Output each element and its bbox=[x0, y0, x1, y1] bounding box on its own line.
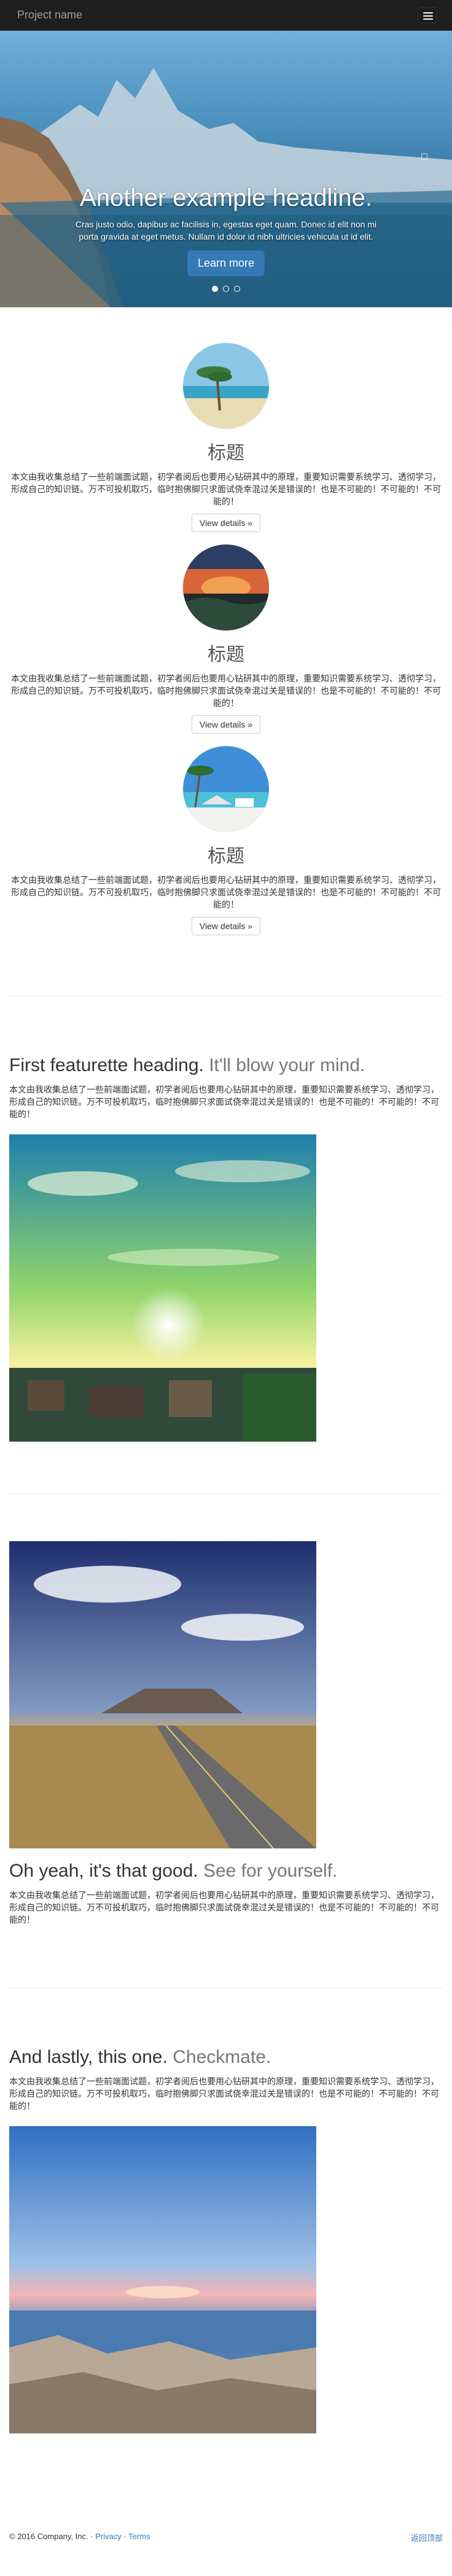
featurette-divider bbox=[9, 995, 443, 996]
featurette-body: 本文由我收集总结了一些前端面试题，初学者阅后也要用心钻研其中的原理，重要知识需要… bbox=[9, 1890, 439, 1925]
marketing-image-resort bbox=[183, 746, 269, 832]
marketing-body: 本文由我收集总结了一些前端面试题，初学者阅后也要用心钻研其中的原理，重要知识需要… bbox=[11, 472, 441, 506]
brand-link[interactable]: Project name bbox=[17, 9, 82, 22]
marketing-item: 标题 本文由我收集总结了一些前端面试题，初学者阅后也要用心钻研其中的原理，重要知… bbox=[0, 544, 452, 734]
marketing-heading: 标题 bbox=[208, 846, 244, 866]
featurette-heading-main: First featurette heading. bbox=[9, 1055, 204, 1075]
featurette-divider bbox=[9, 1988, 443, 1989]
marketing-body: 本文由我收集总结了一些前端面试题，初学者阅后也要用心钻研其中的原理，重要知识需要… bbox=[11, 875, 441, 909]
featurette-heading-main: Oh yeah, it's that good. bbox=[9, 1861, 198, 1881]
featurette-heading-muted: See for yourself. bbox=[203, 1861, 338, 1881]
hero-caption: Another example headline. Cras justo odi… bbox=[0, 184, 452, 277]
featurette-body: 本文由我收集总结了一些前端面试题，初学者阅后也要用心钻研其中的原理，重要知识需要… bbox=[9, 1085, 439, 1119]
marketing-item: 标题 本文由我收集总结了一些前端面试题，初学者阅后也要用心钻研其中的原理，重要知… bbox=[0, 746, 452, 935]
learn-more-button[interactable]: Learn more bbox=[187, 250, 265, 277]
carousel-indicator-2[interactable] bbox=[223, 286, 229, 292]
featurette-body: 本文由我收集总结了一些前端面试题，初学者阅后也要用心钻研其中的原理，重要知识需要… bbox=[9, 2076, 439, 2111]
terms-link[interactable]: Terms bbox=[128, 2532, 150, 2541]
featurette-image-desert-road bbox=[9, 1541, 316, 1848]
featurette-heading: And lastly, this one. Checkmate. bbox=[9, 2047, 271, 2068]
footer-separator: · bbox=[123, 2532, 127, 2541]
navbar: Project name bbox=[0, 0, 452, 31]
hero-carousel: Another example headline. Cras justo odi… bbox=[0, 31, 452, 307]
featurette-heading-main: And lastly, this one. bbox=[9, 2047, 168, 2067]
privacy-link[interactable]: Privacy bbox=[95, 2532, 122, 2541]
featurette-image-anime-town bbox=[9, 1134, 316, 1442]
marketing-image-beach bbox=[183, 343, 269, 429]
carousel-indicator-1[interactable] bbox=[211, 286, 218, 292]
carousel-indicators bbox=[0, 284, 452, 295]
carousel-indicator-3[interactable] bbox=[234, 286, 241, 292]
marketing-item: 标题 本文由我收集总结了一些前端面试题，初学者阅后也要用心钻研其中的原理，重要知… bbox=[0, 343, 452, 532]
featurette-heading-muted: It'll blow your mind. bbox=[209, 1055, 365, 1075]
featurette-heading-muted: Checkmate. bbox=[173, 2047, 271, 2067]
hero-headline: Another example headline. bbox=[80, 184, 372, 211]
hamburger-icon[interactable] bbox=[418, 7, 437, 23]
featurette-divider bbox=[9, 1493, 443, 1494]
marketing-body: 本文由我收集总结了一些前端面试题，初学者阅后也要用心钻研其中的原理，重要知识需要… bbox=[11, 673, 441, 708]
footer: © 2016 Company, Inc. · Privacy · Terms 返… bbox=[9, 2532, 443, 2543]
featurette-heading: First featurette heading. It'll blow you… bbox=[9, 1055, 365, 1076]
back-to-top-link[interactable]: 返回顶部 bbox=[411, 2532, 443, 2543]
view-details-button[interactable]: View details » bbox=[191, 917, 261, 935]
featurette-image-coast-sunset bbox=[9, 2126, 316, 2433]
carousel-next-icon[interactable] bbox=[421, 154, 427, 160]
marketing-heading: 标题 bbox=[208, 443, 244, 463]
marketing-image-sunset bbox=[183, 544, 269, 630]
marketing-heading: 标题 bbox=[208, 645, 244, 665]
view-details-button[interactable]: View details » bbox=[191, 715, 261, 734]
featurette-heading: Oh yeah, it's that good. See for yoursel… bbox=[9, 1861, 337, 1882]
view-details-button[interactable]: View details » bbox=[191, 514, 261, 532]
footer-copyright: © 2016 Company, Inc. · bbox=[9, 2532, 93, 2541]
hero-description: Cras justo odio, dapibus ac facilisis in… bbox=[75, 219, 377, 242]
